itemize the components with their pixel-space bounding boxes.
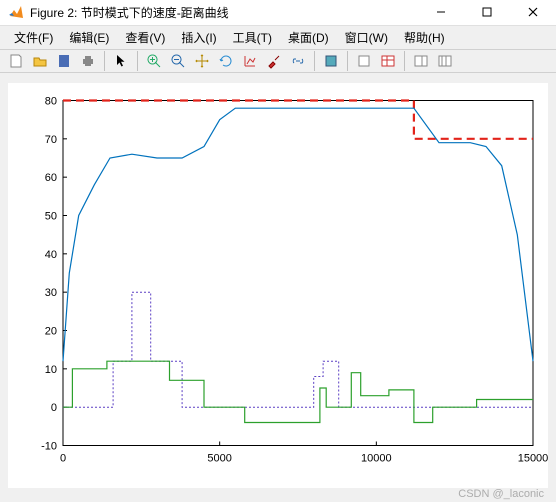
- y-tick: 80: [45, 96, 57, 108]
- figure-area: -1001020304050607080 050001000015000 CSD…: [0, 73, 556, 502]
- x-tick: 0: [60, 453, 66, 465]
- pointer-icon: [113, 53, 129, 69]
- datacursor-button[interactable]: [239, 50, 261, 72]
- new-axes-icon: [356, 53, 372, 69]
- save-icon: [56, 53, 72, 69]
- menu-window[interactable]: 窗口(W): [337, 26, 396, 49]
- brush-button[interactable]: [263, 50, 285, 72]
- window-buttons: [418, 0, 556, 25]
- close-icon: [528, 7, 538, 17]
- rotate-icon: [218, 53, 234, 69]
- watermark: CSDN @_laconic: [458, 488, 544, 500]
- y-tick: 20: [45, 326, 57, 338]
- hide-tools-icon: [413, 53, 429, 69]
- open-icon: [32, 53, 48, 69]
- new-axes-button[interactable]: [353, 50, 375, 72]
- x-tick: 10000: [361, 453, 392, 465]
- toolbar-separator: [104, 51, 105, 71]
- y-tick: 50: [45, 211, 57, 223]
- minimize-button[interactable]: [418, 0, 464, 25]
- open-button[interactable]: [29, 50, 51, 72]
- minimize-icon: [436, 7, 446, 17]
- maximize-icon: [482, 7, 492, 17]
- pointer-button[interactable]: [110, 50, 132, 72]
- y-tick: 30: [45, 287, 57, 299]
- hide-tools-button[interactable]: [410, 50, 432, 72]
- axes-box: [63, 101, 533, 446]
- matlab-app-icon: [8, 4, 24, 20]
- print-icon: [80, 53, 96, 69]
- zoom-in-button[interactable]: [143, 50, 165, 72]
- plot-tools-icon: [380, 53, 396, 69]
- window-title: Figure 2: 节时模式下的速度-距离曲线: [30, 4, 418, 21]
- zoom-out-icon: [170, 53, 186, 69]
- link-icon: [290, 53, 306, 69]
- colorbar-icon: [323, 53, 339, 69]
- y-tick: 10: [45, 364, 57, 376]
- x-tick: 5000: [207, 453, 231, 465]
- y-tick: 70: [45, 134, 57, 146]
- toolbar-separator: [404, 51, 405, 71]
- y-tick: 40: [45, 249, 57, 261]
- save-button[interactable]: [53, 50, 75, 72]
- brush-icon: [266, 53, 282, 69]
- toolbar-separator: [347, 51, 348, 71]
- menu-insert[interactable]: 插入(I): [173, 26, 224, 49]
- menu-edit[interactable]: 编辑(E): [61, 26, 117, 49]
- x-tick: 15000: [518, 453, 548, 465]
- pan-button[interactable]: [191, 50, 213, 72]
- toolbar: [0, 49, 556, 73]
- menu-desktop[interactable]: 桌面(D): [280, 26, 337, 49]
- axes[interactable]: -1001020304050607080 050001000015000: [8, 83, 548, 488]
- show-tools-button[interactable]: [434, 50, 456, 72]
- close-button[interactable]: [510, 0, 556, 25]
- zoom-in-icon: [146, 53, 162, 69]
- y-tick: -10: [41, 441, 57, 453]
- toolbar-separator: [314, 51, 315, 71]
- zoom-out-button[interactable]: [167, 50, 189, 72]
- new-figure-button[interactable]: [5, 50, 27, 72]
- menu-file[interactable]: 文件(F): [6, 26, 61, 49]
- menu-view[interactable]: 查看(V): [117, 26, 173, 49]
- maximize-button[interactable]: [464, 0, 510, 25]
- new-figure-icon: [8, 53, 24, 69]
- y-tick: 0: [51, 402, 57, 414]
- datacursor-icon: [242, 53, 258, 69]
- menu-help[interactable]: 帮助(H): [396, 26, 453, 49]
- link-button[interactable]: [287, 50, 309, 72]
- pan-icon: [194, 53, 210, 69]
- colorbar-button[interactable]: [320, 50, 342, 72]
- show-tools-icon: [437, 53, 453, 69]
- figure-window: Figure 2: 节时模式下的速度-距离曲线 文件(F) 编辑(E) 查看(V…: [0, 0, 556, 502]
- y-tick: 60: [45, 172, 57, 184]
- titlebar: Figure 2: 节时模式下的速度-距离曲线: [0, 0, 556, 26]
- plot-tools-button[interactable]: [377, 50, 399, 72]
- rotate-button[interactable]: [215, 50, 237, 72]
- menubar: 文件(F) 编辑(E) 查看(V) 插入(I) 工具(T) 桌面(D) 窗口(W…: [0, 26, 556, 49]
- toolbar-separator: [137, 51, 138, 71]
- menu-tools[interactable]: 工具(T): [225, 26, 280, 49]
- print-button[interactable]: [77, 50, 99, 72]
